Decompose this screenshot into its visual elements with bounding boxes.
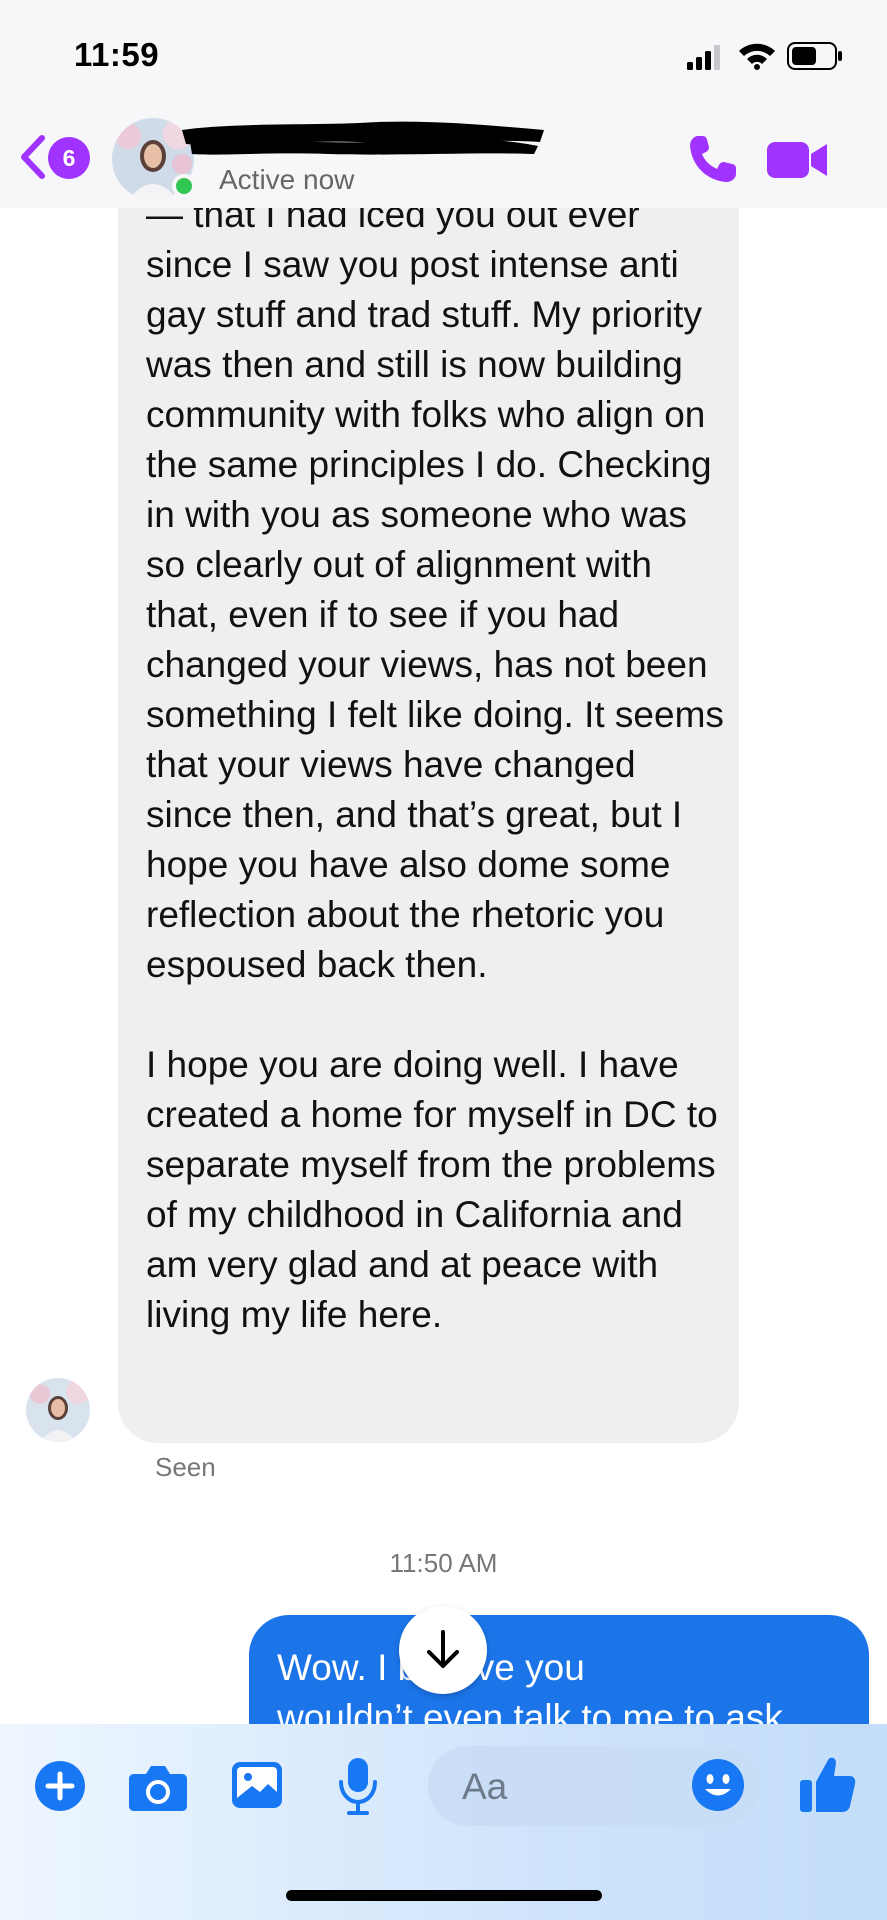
plus-icon[interactable] [34,1760,86,1812]
video-call-icon[interactable] [765,138,829,182]
message-input-placeholder: Aa [462,1766,508,1807]
thumbs-up-icon[interactable] [798,1754,856,1814]
conversation[interactable]: — that I had iced you out ever since I s… [0,0,887,1920]
sender-avatar[interactable] [26,1378,90,1442]
message-composer: Aa [0,1724,887,1920]
incoming-message-bubble[interactable]: — that I had iced you out ever since I s… [118,120,739,1443]
seen-receipt: Seen [155,1452,216,1482]
contact-name-redacted [182,121,544,155]
microphone-icon[interactable] [337,1756,379,1816]
unread-count-badge[interactable]: 6 [48,137,90,179]
phone-call-icon[interactable] [684,132,740,188]
scroll-to-bottom-button[interactable] [399,1606,487,1694]
arrow-down-icon [427,1630,459,1668]
message-timestamp: 11:50 AM [389,1548,498,1578]
sender-avatar-image [26,1378,90,1442]
incoming-message-text: — that I had iced you out ever since I s… [146,194,724,1335]
home-indicator [286,1890,602,1901]
online-status-dot [172,174,196,198]
active-status: Active now [219,164,355,195]
emoji-icon[interactable] [691,1758,745,1812]
camera-icon[interactable] [128,1762,188,1812]
chat-header: 6 Active now [0,110,887,208]
gallery-icon[interactable] [230,1760,284,1810]
back-chevron-icon[interactable] [18,134,46,180]
